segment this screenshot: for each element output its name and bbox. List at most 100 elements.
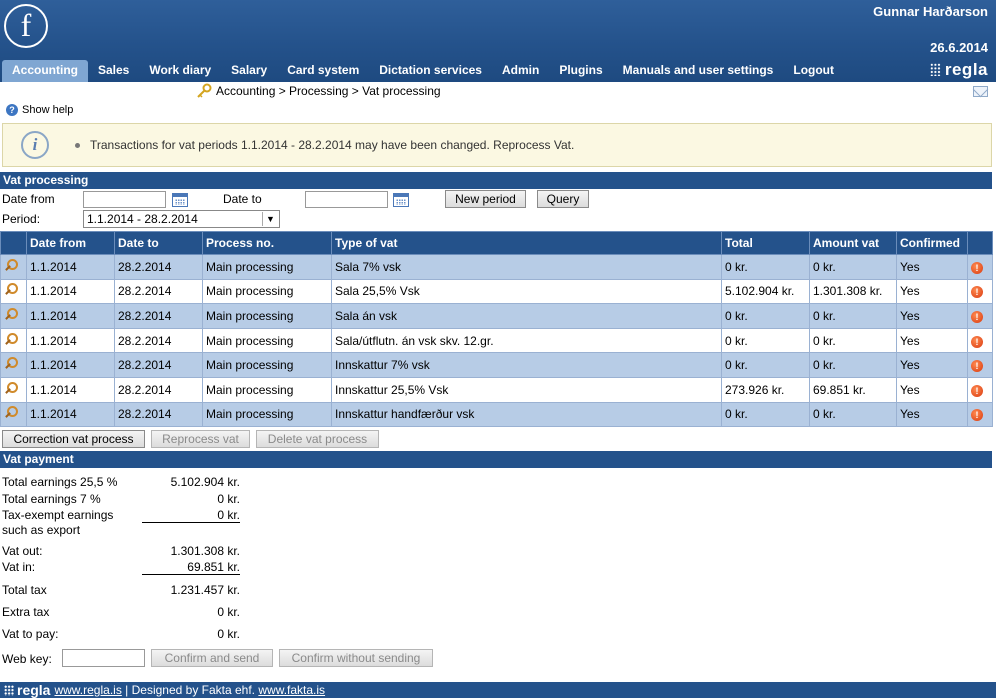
regla-brand: regla xyxy=(929,60,988,80)
status-cell: ! xyxy=(967,278,993,305)
vat-payment-header: Vat payment xyxy=(0,451,992,468)
earnings-25-value: 5.102.904 kr. xyxy=(170,475,240,489)
date-to-input[interactable] xyxy=(305,191,388,208)
table-row[interactable]: 1.1.2014 28.2.2014 Main processing Sala/… xyxy=(0,327,993,354)
cell-vat: 0 kr. xyxy=(809,303,897,329)
key-icon xyxy=(197,83,212,98)
vat-in-value: 69.851 kr. xyxy=(142,560,240,575)
view-cell[interactable] xyxy=(0,401,27,428)
cell-type: Innskattur 25,5% Vsk xyxy=(331,376,722,403)
query-button[interactable]: Query xyxy=(537,190,589,208)
confirm-and-send-button[interactable]: Confirm and send xyxy=(151,649,273,667)
table-row[interactable]: 1.1.2014 28.2.2014 Main processing Innsk… xyxy=(0,352,993,378)
view-cell[interactable] xyxy=(0,254,27,280)
nav-card-system[interactable]: Card system xyxy=(277,60,369,82)
magnifier-icon[interactable] xyxy=(4,332,18,346)
vat-to-pay-label: Vat to pay: xyxy=(2,627,59,641)
confirm-without-sending-button[interactable]: Confirm without sending xyxy=(279,649,433,667)
cell-confirmed: Yes xyxy=(896,376,968,403)
col-process-no[interactable]: Process no. xyxy=(202,231,332,255)
view-cell[interactable] xyxy=(0,327,27,354)
cell-type: Sala 25,5% Vsk xyxy=(331,278,722,305)
cell-process: Main processing xyxy=(202,254,332,280)
table-row[interactable]: 1.1.2014 28.2.2014 Main processing Sala … xyxy=(0,254,993,280)
cell-process: Main processing xyxy=(202,352,332,378)
cell-type: Innskattur 7% vsk xyxy=(331,352,722,378)
status-cell: ! xyxy=(967,327,993,354)
table-row[interactable]: 1.1.2014 28.2.2014 Main processing Innsk… xyxy=(0,401,993,428)
footer-separator: | Designed by Fakta ehf. xyxy=(121,683,259,697)
col-confirmed[interactable]: Confirmed xyxy=(896,231,968,255)
nav-manuals[interactable]: Manuals and user settings xyxy=(613,60,784,82)
cell-confirmed: Yes xyxy=(896,352,968,378)
reprocess-vat-button[interactable]: Reprocess vat xyxy=(151,430,250,448)
web-key-label: Web key: xyxy=(2,652,52,666)
col-type-of-vat[interactable]: Type of vat xyxy=(331,231,722,255)
breadcrumb-text: Accounting > Processing > Vat processing xyxy=(216,84,441,98)
warning-icon: ! xyxy=(971,286,983,299)
delete-vat-process-button[interactable]: Delete vat process xyxy=(256,430,379,448)
nav-salary[interactable]: Salary xyxy=(221,60,277,82)
fakta-link[interactable]: www.fakta.is xyxy=(258,682,325,698)
brand-name: regla xyxy=(944,60,988,79)
cell-vat: 0 kr. xyxy=(809,401,897,428)
nav-work-diary[interactable]: Work diary xyxy=(139,60,221,82)
exempt-label-1: Tax-exempt earnings xyxy=(2,508,114,522)
status-cell: ! xyxy=(967,254,993,280)
show-help-link[interactable]: ? Show help xyxy=(6,104,73,116)
cell-total: 0 kr. xyxy=(721,401,810,428)
earnings-25-label: Total earnings 25,5 % xyxy=(2,475,118,489)
warning-icon: ! xyxy=(971,360,983,373)
table-row[interactable]: 1.1.2014 28.2.2014 Main processing Sala … xyxy=(0,278,993,305)
cell-process: Main processing xyxy=(202,303,332,329)
warning-icon: ! xyxy=(971,384,983,397)
chevron-down-icon[interactable]: ▼ xyxy=(262,212,278,226)
cell-confirmed: Yes xyxy=(896,303,968,329)
cell-date-from: 1.1.2014 xyxy=(26,327,115,354)
col-date-to[interactable]: Date to xyxy=(114,231,203,255)
view-cell[interactable] xyxy=(0,376,27,403)
magnifier-icon[interactable] xyxy=(4,357,18,370)
vat-processing-header: Vat processing xyxy=(0,172,992,189)
show-help-label: Show help xyxy=(22,104,74,116)
web-key-input[interactable] xyxy=(62,649,145,667)
period-label: Period: xyxy=(2,212,41,226)
table-row[interactable]: 1.1.2014 28.2.2014 Main processing Sala … xyxy=(0,303,993,329)
col-amount-vat[interactable]: Amount vat xyxy=(809,231,897,255)
period-select[interactable]: 1.1.2014 - 28.2.2014 ▼ xyxy=(83,210,280,228)
magnifier-icon[interactable] xyxy=(4,381,18,395)
view-cell[interactable] xyxy=(0,352,27,378)
cell-vat: 69.851 kr. xyxy=(809,376,897,403)
cell-date-to: 28.2.2014 xyxy=(114,352,203,378)
view-cell[interactable] xyxy=(0,278,27,305)
nav-logout[interactable]: Logout xyxy=(783,60,844,82)
correction-vat-process-button[interactable]: Correction vat process xyxy=(2,430,145,448)
table-row[interactable]: 1.1.2014 28.2.2014 Main processing Innsk… xyxy=(0,376,993,403)
cell-type: Sala 7% vsk xyxy=(331,254,722,280)
date-from-calendar-icon[interactable] xyxy=(172,193,188,207)
nav-accounting[interactable]: Accounting xyxy=(2,60,88,82)
fakta-logo[interactable]: f xyxy=(4,4,48,48)
col-total[interactable]: Total xyxy=(721,231,810,255)
vat-in-label: Vat in: xyxy=(2,560,36,574)
footer-brand: regla xyxy=(17,682,51,698)
nav-plugins[interactable]: Plugins xyxy=(549,60,612,82)
nav-dictation-services[interactable]: Dictation services xyxy=(369,60,492,82)
col-date-from[interactable]: Date from xyxy=(26,231,115,255)
date-from-input[interactable] xyxy=(83,191,166,208)
cell-process: Main processing xyxy=(202,327,332,354)
magnifier-icon[interactable] xyxy=(4,406,18,419)
magnifier-icon[interactable] xyxy=(4,307,18,321)
mail-icon[interactable] xyxy=(973,86,988,97)
regla-link[interactable]: www.regla.is xyxy=(54,682,121,698)
magnifier-icon[interactable] xyxy=(4,283,18,296)
new-period-button[interactable]: New period xyxy=(445,190,526,208)
view-cell[interactable] xyxy=(0,303,27,329)
warning-icon: ! xyxy=(971,310,983,323)
magnifier-icon[interactable] xyxy=(4,258,18,272)
date-to-calendar-icon[interactable] xyxy=(393,193,409,207)
nav-sales[interactable]: Sales xyxy=(88,60,139,82)
vat-to-pay-value: 0 kr. xyxy=(217,627,240,641)
nav-admin[interactable]: Admin xyxy=(492,60,549,82)
header: f Gunnar Harðarson 26.6.2014 regla Accou… xyxy=(0,0,996,82)
